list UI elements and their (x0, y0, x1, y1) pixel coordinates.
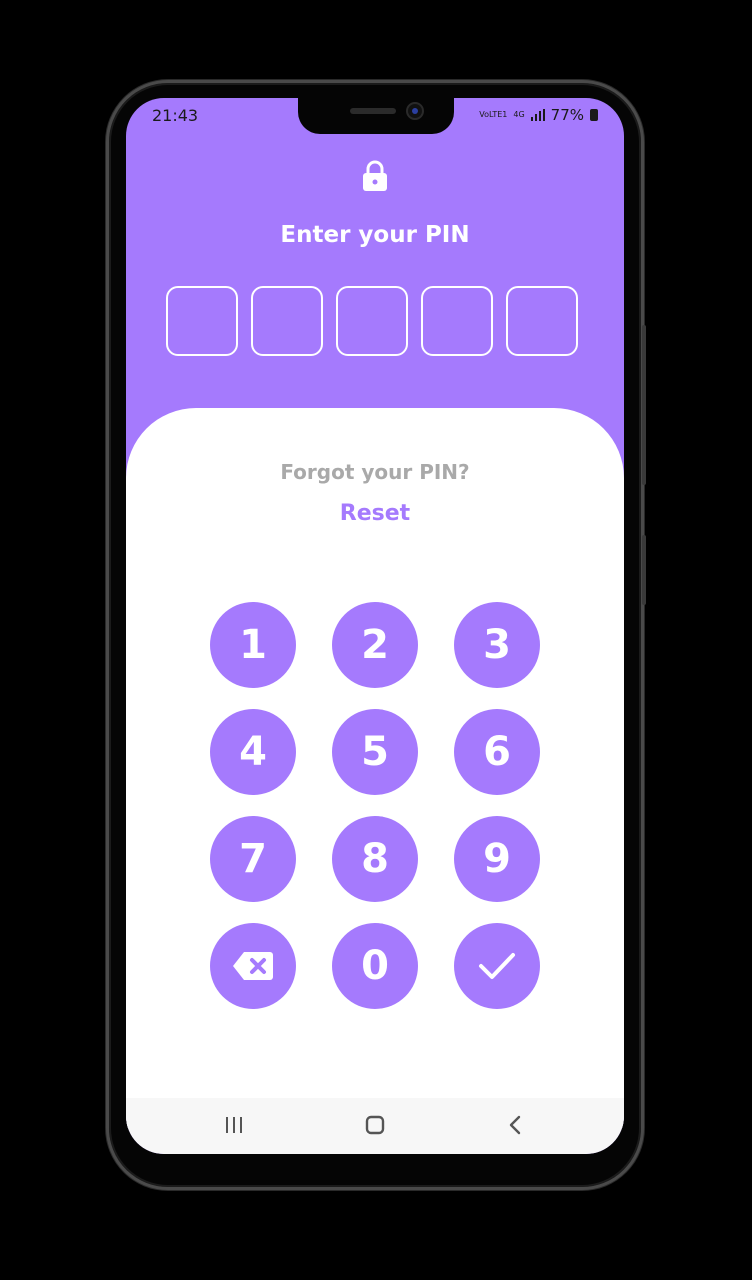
battery-icon (590, 109, 598, 121)
key-3[interactable]: 3 (454, 602, 540, 688)
reset-link[interactable]: Reset (126, 501, 624, 526)
key-7[interactable]: 7 (210, 816, 296, 902)
number-keypad: 1 2 3 4 5 6 7 8 9 0 (210, 602, 540, 1009)
key-2[interactable]: 2 (332, 602, 418, 688)
status-icons: VoLTE1 4G 77% (479, 106, 598, 124)
camera-notch (298, 98, 454, 134)
keypad-panel: Forgot your PIN? Reset 1 2 3 4 5 6 7 8 9… (126, 408, 624, 1128)
earpiece (350, 108, 396, 114)
battery-level: 77% (550, 106, 584, 124)
pin-input[interactable] (166, 286, 578, 356)
volume-button (642, 535, 646, 605)
app-screen: 21:43 VoLTE1 4G 77% Enter your PIN Forgo… (126, 98, 624, 1154)
signal-icon (530, 109, 545, 121)
back-icon[interactable] (506, 1114, 524, 1136)
network-type: 4G (513, 110, 525, 119)
front-camera (406, 102, 424, 120)
pin-digit-5[interactable] (506, 286, 578, 356)
key-5[interactable]: 5 (332, 709, 418, 795)
volte-indicator: VoLTE1 (479, 110, 508, 119)
key-6[interactable]: 6 (454, 709, 540, 795)
page-title: Enter your PIN (280, 222, 470, 248)
status-time: 21:43 (152, 106, 199, 125)
backspace-icon (233, 952, 273, 980)
pin-digit-3[interactable] (336, 286, 408, 356)
system-nav-bar (126, 1098, 624, 1154)
key-9[interactable]: 9 (454, 816, 540, 902)
pin-digit-4[interactable] (421, 286, 493, 356)
key-0[interactable]: 0 (332, 923, 418, 1009)
key-4[interactable]: 4 (210, 709, 296, 795)
home-icon[interactable] (364, 1114, 386, 1136)
check-icon (479, 953, 515, 979)
key-8[interactable]: 8 (332, 816, 418, 902)
forgot-pin-text: Forgot your PIN? (280, 460, 470, 484)
backspace-button[interactable] (210, 923, 296, 1009)
pin-digit-1[interactable] (166, 286, 238, 356)
power-button (642, 325, 646, 485)
key-1[interactable]: 1 (210, 602, 296, 688)
recent-apps-icon[interactable] (224, 1114, 244, 1136)
pin-digit-2[interactable] (251, 286, 323, 356)
confirm-button[interactable] (454, 923, 540, 1009)
lock-icon (363, 160, 387, 191)
